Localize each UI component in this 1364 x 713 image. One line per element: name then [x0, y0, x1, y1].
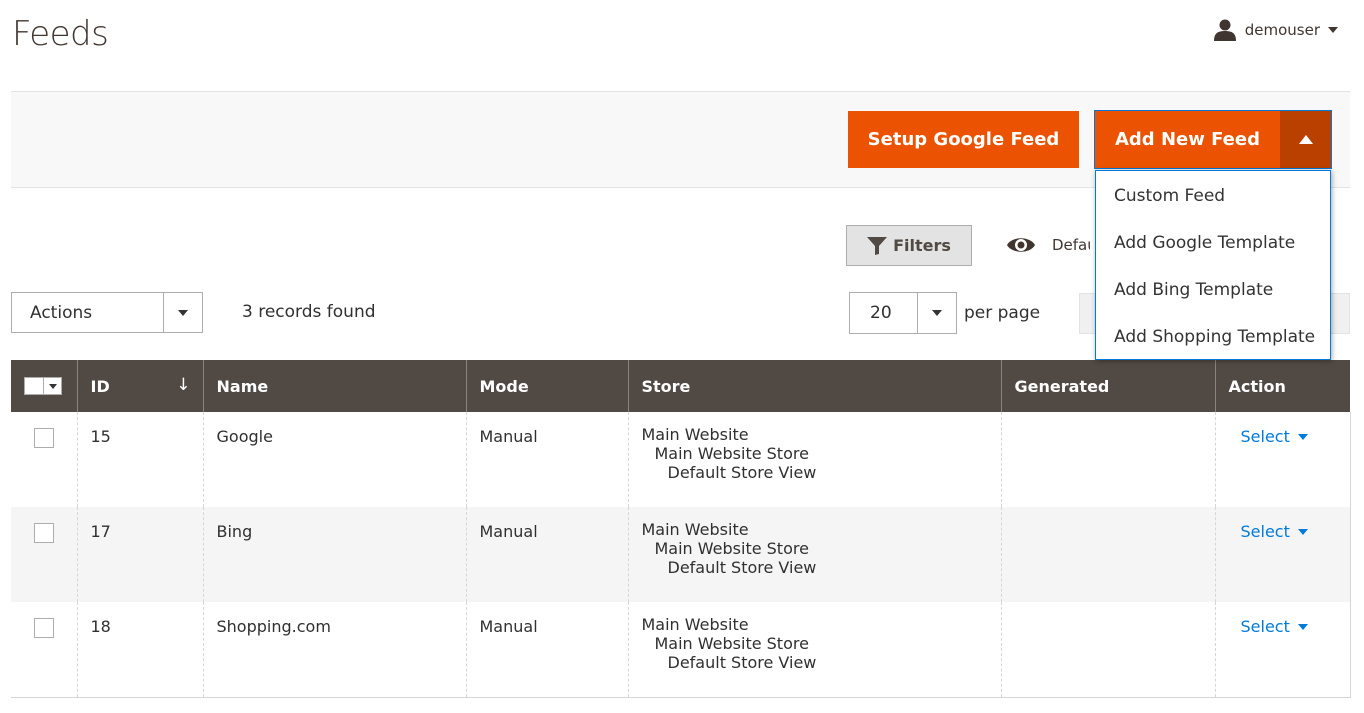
- add-new-feed-toggle[interactable]: [1280, 111, 1331, 168]
- row-checkbox[interactable]: [34, 523, 54, 543]
- cell-generated: [1000, 602, 1215, 698]
- cell-action: Select: [1214, 412, 1351, 507]
- add-new-feed-split-button: Add New Feed: [1094, 110, 1332, 169]
- mass-actions-label: Actions: [30, 302, 93, 323]
- menu-item-add-google-template[interactable]: Add Google Template: [1096, 219, 1330, 266]
- page-title: Feeds: [12, 14, 109, 54]
- table-row: 18 Shopping.com Manual Main Website Main…: [11, 602, 1351, 698]
- cell-action: Select: [1214, 507, 1351, 602]
- row-select-cell: [11, 602, 77, 698]
- view-label: Default View: [1052, 236, 1090, 254]
- cell-generated: [1000, 412, 1215, 507]
- cell-name: Google: [202, 412, 466, 507]
- records-count: 3 records found: [242, 302, 376, 322]
- user-menu[interactable]: demouser: [1213, 18, 1338, 42]
- row-checkbox[interactable]: [34, 428, 54, 448]
- view-switcher[interactable]: Default View: [1006, 232, 1090, 258]
- menu-item-custom-feed[interactable]: Custom Feed: [1096, 172, 1330, 219]
- cell-action: Select: [1214, 602, 1351, 698]
- mass-actions-select[interactable]: Actions: [11, 292, 203, 333]
- mass-select-header: [11, 360, 77, 412]
- chevron-down-icon: [178, 309, 188, 316]
- column-header-store[interactable]: Store: [627, 360, 1001, 412]
- cell-id: 15: [76, 412, 203, 507]
- chevron-down-icon: [1297, 528, 1308, 535]
- cell-id: 17: [76, 507, 203, 602]
- store-view: Default Store View: [667, 653, 817, 672]
- store-view: Default Store View: [667, 463, 817, 482]
- user-icon: [1213, 19, 1236, 41]
- menu-item-add-shopping-template[interactable]: Add Shopping Template: [1096, 313, 1330, 360]
- chevron-down-icon: [48, 383, 57, 389]
- column-header-name[interactable]: Name: [202, 360, 466, 412]
- cell-store: Main Website Main Website Store Default …: [627, 602, 1001, 698]
- chevron-up-icon: [1298, 135, 1313, 144]
- row-action-select[interactable]: Select: [1241, 617, 1308, 636]
- grid-header-row: ID ↓ Name Mode Store Generated Action: [11, 360, 1350, 412]
- cell-store: Main Website Main Website Store Default …: [627, 507, 1001, 602]
- cell-id: 18: [76, 602, 203, 698]
- per-page-toggle[interactable]: [917, 293, 956, 333]
- checkbox: [24, 377, 44, 395]
- row-action-label: Select: [1240, 427, 1290, 446]
- row-select-cell: [11, 412, 77, 507]
- setup-google-feed-button[interactable]: Setup Google Feed: [848, 111, 1079, 168]
- cell-mode: Manual: [465, 602, 628, 698]
- row-action-select[interactable]: Select: [1241, 522, 1308, 541]
- table-row: 17 Bing Manual Main Website Main Website…: [11, 507, 1351, 602]
- row-select-cell: [11, 507, 77, 602]
- column-header-action: Action: [1214, 360, 1350, 412]
- mass-select-checkbox[interactable]: [24, 376, 64, 396]
- cell-mode: Manual: [465, 412, 628, 507]
- row-action-select[interactable]: Select: [1241, 427, 1308, 446]
- table-row: 15 Google Manual Main Website Main Websi…: [11, 412, 1351, 507]
- chevron-down-icon: [1297, 433, 1308, 440]
- cell-generated: [1000, 507, 1215, 602]
- per-page-select[interactable]: 20: [849, 292, 957, 334]
- filters-button[interactable]: Filters: [846, 225, 972, 266]
- eye-icon: [1007, 238, 1035, 252]
- cell-name: Shopping.com: [202, 602, 466, 698]
- cell-name: Bing: [202, 507, 466, 602]
- filter-icon: [867, 236, 888, 255]
- chevron-down-icon: [1328, 27, 1338, 33]
- filters-label: Filters: [893, 236, 951, 255]
- user-name: demouser: [1244, 21, 1320, 39]
- cell-store: Main Website Main Website Store Default …: [627, 412, 1001, 507]
- cell-mode: Manual: [465, 507, 628, 602]
- column-header-id[interactable]: ID ↓: [76, 360, 203, 412]
- add-feed-dropdown-menu: Custom Feed Add Google Template Add Bing…: [1095, 170, 1331, 360]
- chevron-down-icon: [932, 310, 942, 316]
- menu-item-add-bing-template[interactable]: Add Bing Template: [1096, 266, 1330, 313]
- chevron-down-icon: [1297, 623, 1308, 630]
- mass-select-toggle[interactable]: [44, 377, 62, 395]
- mass-actions-toggle[interactable]: [163, 293, 202, 332]
- column-header-id-label: ID: [90, 376, 110, 396]
- sort-arrow-icon: ↓: [176, 375, 191, 395]
- row-action-label: Select: [1240, 522, 1290, 541]
- row-checkbox[interactable]: [34, 618, 54, 638]
- add-new-feed-button[interactable]: Add New Feed: [1095, 111, 1280, 168]
- column-header-generated[interactable]: Generated: [1000, 360, 1215, 412]
- column-header-mode[interactable]: Mode: [465, 360, 628, 412]
- feeds-grid: ID ↓ Name Mode Store Generated Action 15 …: [11, 360, 1351, 698]
- per-page-label: per page: [964, 303, 1041, 323]
- store-view: Default Store View: [667, 558, 817, 577]
- row-action-label: Select: [1240, 617, 1290, 636]
- per-page-value: 20: [870, 303, 892, 323]
